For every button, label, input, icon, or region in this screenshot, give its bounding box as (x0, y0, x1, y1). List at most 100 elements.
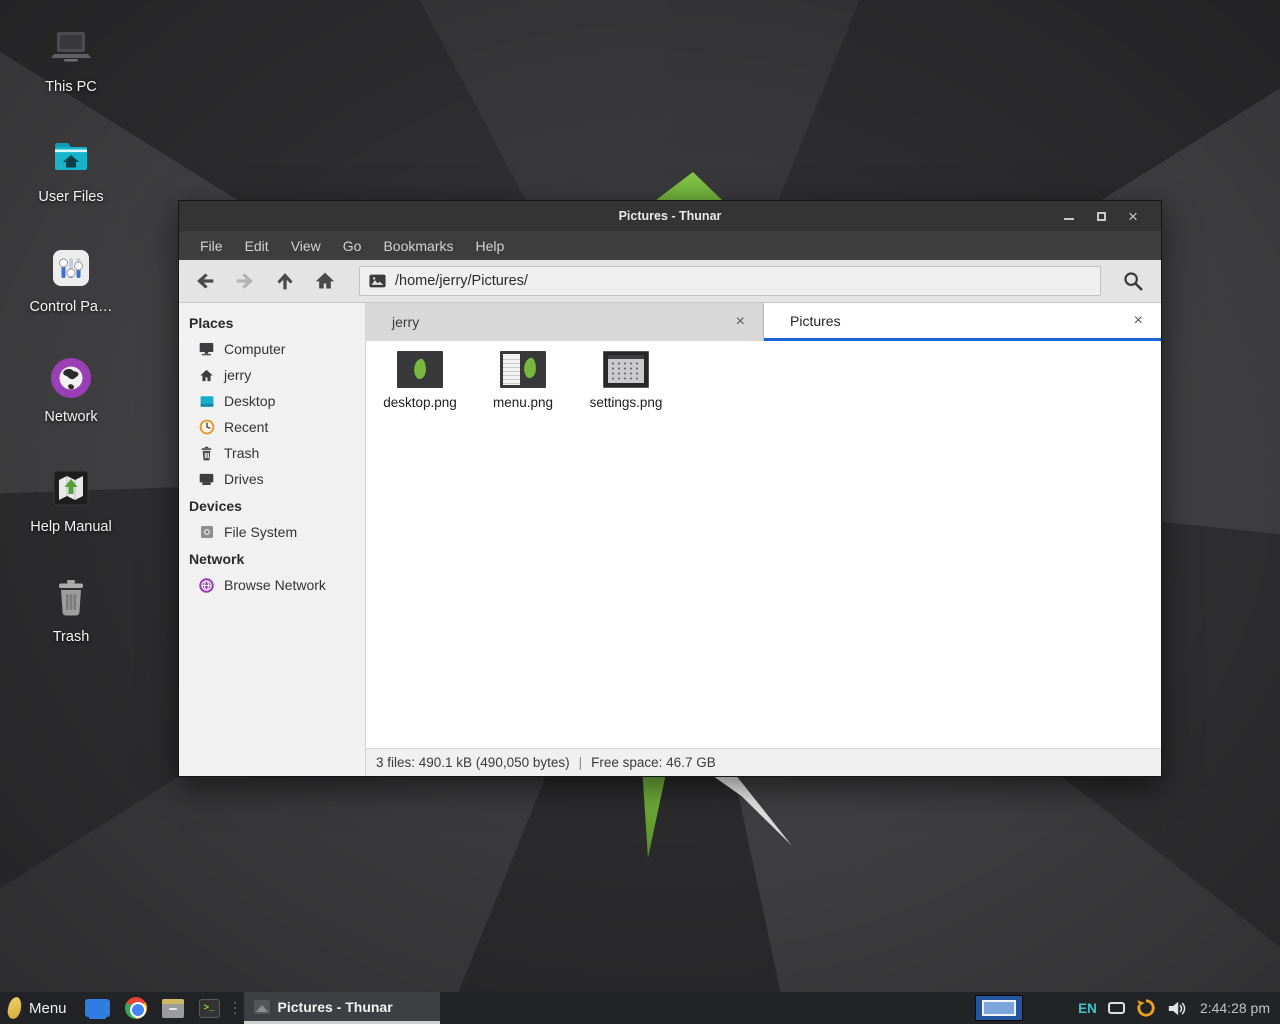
update-manager-icon[interactable] (1136, 998, 1156, 1018)
show-desktop-button[interactable] (85, 992, 110, 1024)
tab-pictures[interactable]: Pictures × (764, 303, 1161, 341)
terminal-launcher[interactable]: >_ (199, 992, 220, 1024)
desktop-icon-this-pc[interactable]: This PC (20, 10, 122, 120)
trash-icon (47, 574, 95, 622)
computer-icon (198, 341, 215, 358)
menu-go[interactable]: Go (332, 238, 373, 254)
window-title: Pictures - Thunar (179, 209, 1161, 223)
sidebar-item-desktop[interactable]: Desktop (179, 388, 365, 414)
up-button[interactable] (265, 264, 305, 298)
back-button[interactable] (185, 264, 225, 298)
desktop-icon-network[interactable]: Network (20, 340, 122, 450)
browser-launcher[interactable] (125, 992, 147, 1024)
image-file-icon (369, 274, 386, 288)
sidebar-item-trash[interactable]: Trash (179, 440, 365, 466)
file-manager-launcher[interactable] (162, 992, 184, 1024)
sidebar: Places Computer jerry Desktop Recent Tra… (179, 303, 366, 776)
tasklist-grip[interactable] (234, 1002, 236, 1014)
clock[interactable]: 2:44:28 pm (1200, 1000, 1270, 1016)
chrome-icon (125, 997, 147, 1019)
desktop-icon-label: User Files (38, 189, 103, 205)
minimize-button[interactable] (1053, 201, 1085, 231)
desktop-icon-user-files[interactable]: User Files (20, 120, 122, 230)
desktop-icon-label: Trash (53, 629, 90, 645)
menu-view[interactable]: View (280, 238, 332, 254)
thunar-task-icon (254, 1000, 270, 1014)
file-settings-png[interactable]: settings.png (576, 351, 676, 410)
window-controls: × (1053, 201, 1161, 231)
tab-close-icon[interactable]: × (1130, 311, 1147, 331)
up-arrow-icon (275, 271, 295, 291)
taskbar: Menu >_ Pictures - Thunar EN 2:44:28 pm (0, 992, 1280, 1024)
tab-close-icon[interactable]: × (732, 312, 749, 332)
show-desktop-icon (85, 999, 110, 1017)
back-arrow-icon (195, 271, 215, 291)
desktop-icon-trash[interactable]: Trash (20, 560, 122, 670)
keyboard-layout-indicator[interactable]: EN (1078, 1001, 1097, 1016)
path-bar[interactable]: /home/jerry/Pictures/ (359, 266, 1101, 296)
file-name: desktop.png (383, 395, 457, 410)
launcher-row: >_ (85, 992, 220, 1024)
workspace-window-preview (982, 1000, 1016, 1016)
sidebar-item-label: Computer (224, 341, 285, 357)
network-globe-icon (47, 354, 95, 402)
desktop-icon-column: This PC User Files Control Pa… Network H… (20, 10, 122, 670)
home-button[interactable] (305, 264, 345, 298)
status-free-space: Free space: 46.7 GB (591, 755, 716, 770)
sidebar-item-label: File System (224, 524, 297, 540)
workspace-switcher[interactable] (975, 995, 1023, 1021)
home-icon (198, 367, 215, 384)
file-thumbnail (397, 351, 443, 388)
menu-button[interactable]: Menu (0, 992, 77, 1024)
file-name: settings.png (590, 395, 663, 410)
file-menu-png[interactable]: menu.png (473, 351, 573, 410)
forward-button[interactable] (225, 264, 265, 298)
menu-bookmarks[interactable]: Bookmarks (372, 238, 464, 254)
close-button[interactable]: × (1117, 201, 1149, 231)
sidebar-item-jerry[interactable]: jerry (179, 362, 365, 388)
title-bar[interactable]: Pictures - Thunar × (179, 201, 1161, 231)
search-button[interactable] (1113, 264, 1153, 298)
control-panel-icon (47, 244, 95, 292)
sidebar-header-places: Places (179, 309, 365, 336)
sidebar-item-computer[interactable]: Computer (179, 336, 365, 362)
desktop-icon-help-manual[interactable]: Help Manual (20, 450, 122, 560)
menu-help[interactable]: Help (465, 238, 516, 254)
sidebar-item-label: Browse Network (224, 577, 326, 593)
display-tray-icon[interactable] (1108, 1002, 1125, 1014)
tab-jerry[interactable]: jerry × (366, 303, 764, 341)
file-name: menu.png (493, 395, 553, 410)
this-pc-icon (47, 24, 95, 72)
desktop-icon-label: Help Manual (30, 519, 111, 535)
desktop-icon-label: This PC (45, 79, 97, 95)
clock-icon (198, 419, 215, 436)
status-files-text: 3 files: 490.1 kB (490,050 bytes) (376, 755, 570, 770)
sidebar-item-recent[interactable]: Recent (179, 414, 365, 440)
drives-icon (198, 471, 215, 488)
tool-bar: /home/jerry/Pictures/ (179, 260, 1161, 303)
system-tray: EN 2:44:28 pm (1078, 998, 1280, 1018)
tab-bar: jerry × Pictures × (366, 303, 1161, 341)
status-separator: | (579, 755, 583, 770)
menu-edit[interactable]: Edit (234, 238, 280, 254)
tab-label: Pictures (790, 313, 841, 329)
sidebar-item-file-system[interactable]: File System (179, 519, 365, 545)
desktop-icon-control-panel[interactable]: Control Pa… (20, 230, 122, 340)
help-manual-icon (47, 464, 95, 512)
sidebar-item-browse-network[interactable]: Browse Network (179, 572, 365, 598)
file-thumbnail (500, 351, 546, 388)
thunar-window: Pictures - Thunar × File Edit View Go Bo… (178, 200, 1162, 777)
trash-icon (198, 445, 215, 462)
maximize-button[interactable] (1085, 201, 1117, 231)
file-desktop-png[interactable]: desktop.png (370, 351, 470, 410)
sidebar-item-drives[interactable]: Drives (179, 466, 365, 492)
tab-label: jerry (392, 314, 419, 330)
volume-icon[interactable] (1167, 1000, 1186, 1017)
sidebar-header-devices: Devices (179, 492, 365, 519)
sidebar-item-label: Drives (224, 471, 264, 487)
file-list: desktop.png menu.png settings.png (366, 341, 1161, 748)
taskbar-task-thunar[interactable]: Pictures - Thunar (244, 992, 440, 1024)
file-cabinet-icon (162, 999, 184, 1018)
menu-file[interactable]: File (189, 238, 234, 254)
forward-arrow-icon (235, 271, 255, 291)
